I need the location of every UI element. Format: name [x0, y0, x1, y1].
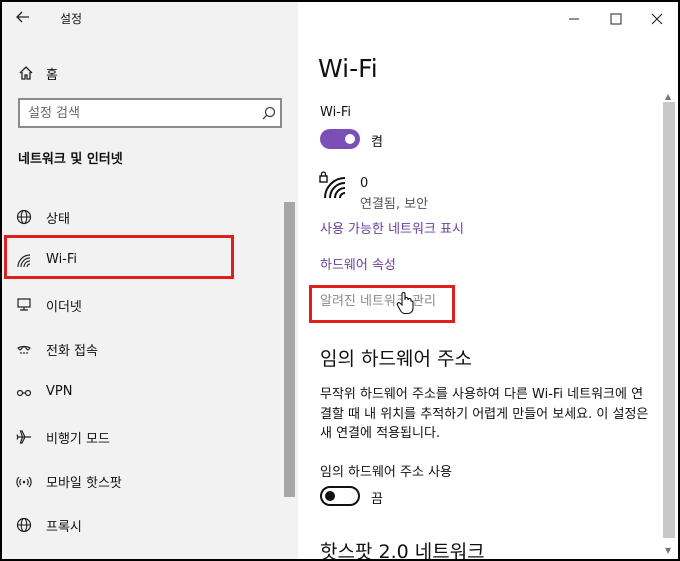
- globe-icon: [16, 517, 32, 537]
- sidebar-item-label: 전화 접속: [46, 344, 98, 359]
- globe-icon: [16, 209, 32, 229]
- show-available-networks-link[interactable]: 사용 가능한 네트워크 표시: [320, 218, 464, 237]
- hardware-properties-link[interactable]: 하드웨어 속성: [320, 254, 396, 273]
- sidebar-item-ethernet[interactable]: 이더넷: [2, 286, 282, 326]
- wifi-highlight-box: [4, 235, 234, 279]
- network-status: 연결됨, 보안: [360, 197, 429, 212]
- sidebar-item-mobile-hotspot[interactable]: 모바일 핫스팟: [2, 462, 282, 502]
- page-title: Wi-Fi: [318, 54, 378, 83]
- settings-window: 설정 홈 네트워크 및 인터넷 상태: [2, 2, 678, 559]
- wifi-state: 켬: [371, 135, 383, 150]
- window-title: 설정: [60, 12, 83, 26]
- sidebar-item-label: 비행기 모드: [46, 432, 110, 447]
- sidebar-item-label: 모바일 핫스팟: [46, 476, 122, 491]
- close-icon[interactable]: [651, 10, 663, 29]
- sidebar-item-label: 프록시: [46, 520, 82, 535]
- hotspot-icon: [16, 473, 32, 493]
- content-scrollbar-thumb[interactable]: [663, 102, 675, 538]
- wifi-toggle[interactable]: [320, 129, 360, 149]
- manage-known-highlight-box: [309, 285, 455, 323]
- section-title: 네트워크 및 인터넷: [18, 152, 123, 167]
- search-input[interactable]: [28, 104, 248, 122]
- random-hardware-description: 무작위 하드웨어 주소를 사용하여 다른 Wi-Fi 네트워크에 연결할 때 내…: [320, 387, 649, 441]
- random-hardware-toggle[interactable]: [320, 486, 360, 506]
- secured-wifi-icon[interactable]: [318, 170, 348, 204]
- back-arrow-icon[interactable]: [16, 9, 30, 28]
- wifi-toggle-label: Wi-Fi: [320, 105, 352, 120]
- sidebar-scrollbar-thumb[interactable]: [284, 202, 295, 497]
- sidebar-item-status[interactable]: 상태: [2, 198, 282, 238]
- random-hardware-state: 끔: [371, 492, 383, 507]
- scroll-up-icon[interactable]: ▲: [665, 92, 671, 101]
- ethernet-icon: [16, 297, 32, 317]
- sidebar-item-label: 이더넷: [46, 300, 82, 315]
- hotspot-heading: 핫스팟 2.0 네트워크: [320, 541, 485, 559]
- search-field[interactable]: [18, 98, 282, 128]
- sidebar-item-home[interactable]: 홈: [2, 58, 282, 98]
- minimize-icon[interactable]: [568, 10, 580, 29]
- vpn-icon: [16, 385, 32, 405]
- sidebar-item-dialup[interactable]: 전화 접속: [2, 330, 282, 370]
- sidebar-item-proxy[interactable]: 프록시: [2, 506, 282, 546]
- sidebar-item-airplane-mode[interactable]: 비행기 모드: [2, 418, 282, 458]
- home-icon: [18, 65, 34, 85]
- hand-cursor-icon: [396, 291, 414, 319]
- maximize-icon[interactable]: [610, 10, 622, 29]
- dialup-icon: [16, 341, 32, 361]
- search-icon[interactable]: [262, 105, 276, 124]
- random-hardware-heading: 임의 하드웨어 주소: [320, 348, 472, 370]
- airplane-icon: [16, 429, 32, 449]
- sidebar-item-label: VPN: [46, 384, 73, 399]
- home-label: 홈: [46, 68, 58, 83]
- network-name: 0: [360, 176, 369, 191]
- scroll-down-icon[interactable]: ▼: [665, 546, 671, 555]
- random-hardware-toggle-label: 임의 하드웨어 주소 사용: [320, 465, 452, 480]
- sidebar-item-vpn[interactable]: VPN: [2, 374, 282, 414]
- sidebar: 설정 홈 네트워크 및 인터넷 상태: [2, 2, 298, 559]
- sidebar-item-label: 상태: [46, 212, 70, 227]
